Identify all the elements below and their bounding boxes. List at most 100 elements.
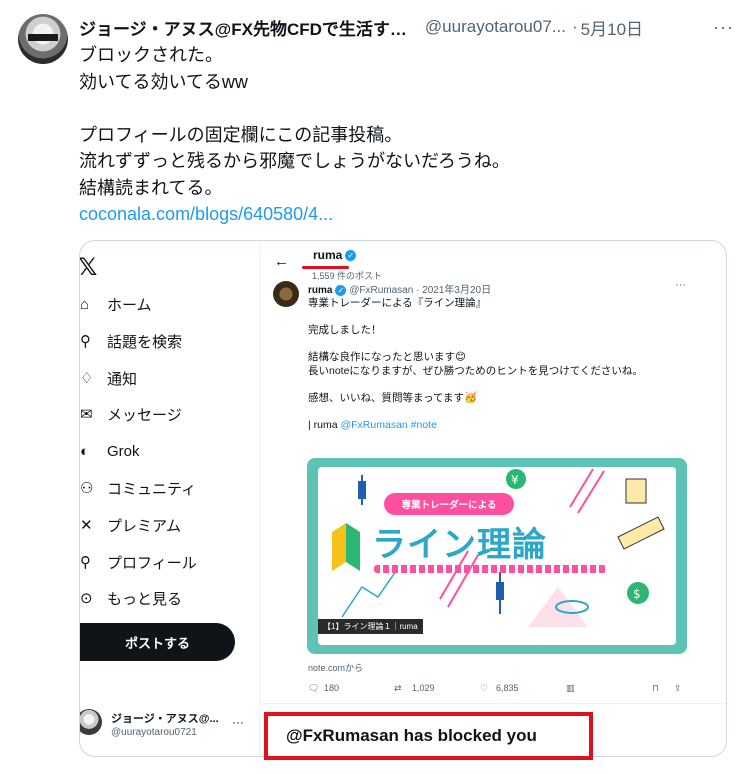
author-name[interactable]: ジョージ・アヌス@FX先物CFDで生活す… xyxy=(79,15,407,40)
nav-label: ホーム xyxy=(107,296,152,314)
views-icon: ▥ xyxy=(566,683,575,693)
home-icon: ⌂ xyxy=(80,295,90,313)
inner-line: 結構な良作になったと思います😊 xyxy=(308,351,466,363)
more-icon: ⊙ xyxy=(80,590,93,607)
nav-label: コミュニティ xyxy=(107,480,197,498)
profile-name-text: ruma xyxy=(313,248,343,262)
link-source: note.comから xyxy=(308,663,364,673)
leaf-icon xyxy=(332,523,360,571)
tweet-link[interactable]: coconala.com/blogs/640580/4... xyxy=(79,201,719,228)
account-handle: @uurayotarou0721 xyxy=(111,727,197,738)
nav-item-profile: ⚲ プロフィール xyxy=(80,550,197,574)
account-more-icon: ··· xyxy=(232,715,244,729)
banner-caption: 【1】ライン理論１｜ruma xyxy=(318,619,423,634)
inner-line: 長いnoteになりますが、ぜひ勝つためのヒントを見つけてくださいね。 xyxy=(308,364,643,377)
nav-item-messages: ✉ メッセージ xyxy=(80,402,182,426)
x-logo-icon: 𝕏 xyxy=(79,254,98,281)
author-avatar[interactable] xyxy=(18,14,68,64)
nav-label: もっと見る xyxy=(107,590,183,608)
banner-pill: 専業トレーダーによる xyxy=(384,493,514,515)
action-bar: 🗨 180 ⇄ 1,029 ♡ 6,835 ▥ ⊓ ⇪ xyxy=(308,683,688,697)
candle-icon xyxy=(358,475,366,505)
chart-line xyxy=(341,570,397,618)
document-icon xyxy=(625,478,647,504)
inner-more-icon: ··· xyxy=(675,279,686,291)
tweet-line: 結構読まれてる。 xyxy=(79,177,223,198)
nav-item-notifications: ♢ 通知 xyxy=(80,366,137,390)
nav-label: 通知 xyxy=(107,370,138,388)
verified-icon: ✓ xyxy=(335,284,347,296)
inner-line xyxy=(308,405,643,419)
column-divider xyxy=(259,241,260,756)
pencil-icon xyxy=(617,516,665,550)
blocked-message: @FxRumasan has blocked you xyxy=(264,712,593,760)
banner-title: ライン理論 xyxy=(372,526,547,564)
back-arrow-icon: ← xyxy=(274,253,289,270)
nav-label: プロフィール xyxy=(107,554,197,572)
community-icon: ⚇ xyxy=(80,480,94,497)
like-count: 6,835 xyxy=(496,683,519,693)
nav-label: Grok xyxy=(107,442,140,460)
inner-handle-date: @FxRumasan · 2021年3月20日 xyxy=(349,285,492,296)
candle-icon xyxy=(496,572,504,614)
nav-item-grok: ◐ Grok xyxy=(80,439,140,463)
profile-name: ruma ✓ xyxy=(313,248,357,262)
verified-icon: ✓ xyxy=(345,250,357,262)
repost-icon: ⇄ xyxy=(394,683,402,693)
share-icon: ⇪ xyxy=(674,683,682,693)
triangle-shape xyxy=(528,587,588,627)
inner-line: 完成しました！ xyxy=(308,324,382,336)
inner-link: @FxRumasan #note xyxy=(340,418,437,431)
inner-link-prefix: | ruma xyxy=(308,418,341,431)
separator-dot: · xyxy=(571,17,578,36)
inner-line: 感想、いいね、質問等まってます🥳 xyxy=(308,391,478,404)
mail-icon: ✉ xyxy=(80,406,93,423)
inner-line xyxy=(308,378,643,392)
inner-line: 専業トレーダーによる『ライン理論』 xyxy=(308,297,487,309)
nav-item-community: ⚇ コミュニティ xyxy=(80,476,196,500)
banner-wave xyxy=(374,565,606,573)
account-name: ジョージ・アヌス@... xyxy=(111,713,219,725)
tweet-line: 流れずずっと残るから邪魔でしょうがないだろうね。 xyxy=(79,151,510,171)
row-divider xyxy=(260,703,726,704)
nav-label: メッセージ xyxy=(107,406,182,424)
nav-item-more: ⊙ もっと見る xyxy=(80,586,182,610)
more-options-icon[interactable]: ··· xyxy=(713,17,734,38)
nav-item-home: ⌂ ホーム xyxy=(80,292,152,316)
reply-icon: 🗨 xyxy=(308,683,320,693)
svg-text:$: $ xyxy=(633,587,641,601)
profile-icon: ⚲ xyxy=(80,554,91,571)
nav-label: プレミアム xyxy=(107,517,181,535)
account-avatar xyxy=(80,709,102,735)
nav-item-premium: ✕ プレミアム xyxy=(80,513,181,537)
ruma-avatar xyxy=(273,281,299,307)
inner-author-name: ruma xyxy=(308,285,333,296)
premium-icon: ✕ xyxy=(80,517,93,534)
grok-icon: ◐ xyxy=(80,442,90,460)
bell-icon: ♢ xyxy=(80,370,94,387)
search-icon: ⚲ xyxy=(80,333,91,350)
tweet-line xyxy=(79,95,719,122)
svg-text:¥: ¥ xyxy=(511,473,519,487)
author-handle[interactable]: @uurayotarou07... xyxy=(425,17,566,37)
tweet-header: ジョージ・アヌス@FX先物CFDで生活す… @uurayotarou07... … xyxy=(79,15,746,39)
tweet-line: 効いてる効いてるww xyxy=(79,71,248,92)
inner-line xyxy=(308,311,643,325)
tweet-line: プロフィールの固定欄にこの記事投稿。 xyxy=(79,124,403,145)
inner-post-header: ruma ✓ @FxRumasan · 2021年3月20日 xyxy=(308,281,491,296)
tweet-text: ブロックされた。 効いてる効いてるww プロフィールの固定欄にこの記事投稿。 流… xyxy=(79,42,719,228)
nav-label: 話題を検索 xyxy=(107,333,183,351)
repost-count: 1,029 xyxy=(412,683,435,693)
inner-line xyxy=(308,338,643,352)
like-icon: ♡ xyxy=(480,683,489,693)
post-button: ポストする xyxy=(80,623,235,661)
nav-item-search: ⚲ 話題を検索 xyxy=(80,329,182,353)
note-banner-image: ¥ $ 専業トレーダーによる ライン理論 【1】ライン理論１｜ruma xyxy=(307,458,687,654)
inner-link-line: | ruma @FxRumasan #note xyxy=(308,419,643,433)
tweet-date[interactable]: 5月10日 xyxy=(581,15,643,40)
tweet[interactable]: ジョージ・アヌス@FX先物CFDで生活す… @uurayotarou07... … xyxy=(0,0,756,774)
reply-count: 180 xyxy=(324,683,340,693)
inner-post-text: 専業トレーダーによる『ライン理論』 完成しました！ 結構な良作になったと思います… xyxy=(308,297,643,432)
bookmark-icon: ⊓ xyxy=(652,683,660,693)
attached-screenshot[interactable]: 𝕏 ⌂ ホーム ⚲ 話題を検索 ♢ 通知 ✉ メッセージ ◐ Grok ⚇ コミ… xyxy=(79,240,727,757)
